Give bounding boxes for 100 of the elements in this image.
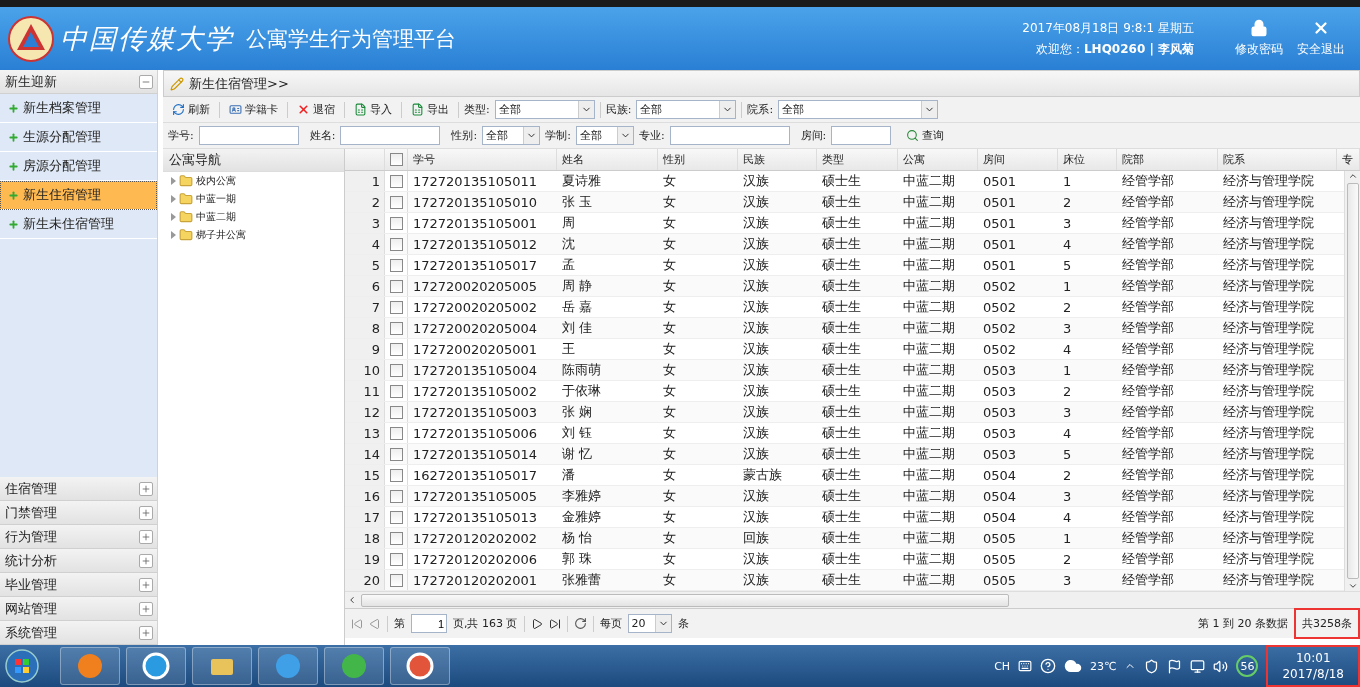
- text-input[interactable]: [669, 126, 790, 145]
- text-input[interactable]: [831, 126, 892, 145]
- checkbox[interactable]: [389, 573, 403, 587]
- checkbox[interactable]: [389, 489, 403, 503]
- column-header[interactable]: 床位: [1058, 149, 1117, 170]
- sidebar-section-header[interactable]: 毕业管理: [0, 573, 157, 597]
- help-icon[interactable]: [1040, 658, 1057, 674]
- toolbar-button[interactable]: 学籍卡: [225, 102, 282, 117]
- filter-select[interactable]: 全部: [494, 100, 595, 119]
- checkbox[interactable]: [389, 321, 403, 335]
- checkbox[interactable]: [389, 363, 403, 377]
- toolbar-button[interactable]: 刷新: [168, 102, 214, 117]
- tree-node[interactable]: 校内公寓: [163, 172, 344, 190]
- checkbox[interactable]: [389, 153, 403, 166]
- column-header[interactable]: 姓名: [557, 149, 658, 170]
- checkbox[interactable]: [389, 426, 403, 440]
- checkbox[interactable]: [389, 468, 403, 482]
- page-input[interactable]: 1: [411, 614, 447, 633]
- checkbox[interactable]: [389, 405, 403, 419]
- clock[interactable]: 10:01 2017/8/18: [1266, 645, 1360, 687]
- shield-icon[interactable]: [1144, 658, 1160, 674]
- sidebar-item[interactable]: 新生住宿管理: [0, 181, 157, 210]
- horizontal-scrollbar[interactable]: [345, 591, 1360, 608]
- scroll-down-icon[interactable]: [1347, 581, 1358, 591]
- checkbox[interactable]: [389, 552, 403, 566]
- checkbox[interactable]: [389, 279, 403, 293]
- tree-node[interactable]: 中蓝一期: [163, 190, 344, 208]
- checkbox[interactable]: [389, 510, 403, 524]
- taskbar-app[interactable]: [390, 647, 450, 685]
- filter-select[interactable]: 全部: [482, 126, 541, 145]
- refresh-icon[interactable]: [573, 617, 587, 630]
- previous-page-icon[interactable]: [369, 617, 381, 630]
- text-input[interactable]: [198, 126, 299, 145]
- next-page-icon[interactable]: [530, 617, 543, 630]
- sidebar-section-header[interactable]: 系统管理: [0, 621, 157, 645]
- sidebar-section-header[interactable]: 新生迎新: [0, 70, 157, 94]
- column-header[interactable]: 院部: [1117, 149, 1218, 170]
- page-size-select[interactable]: 20: [627, 614, 672, 633]
- speaker-icon[interactable]: [1213, 658, 1229, 674]
- column-header[interactable]: 民族: [738, 149, 817, 170]
- checkbox[interactable]: [389, 342, 403, 356]
- scroll-up-icon[interactable]: [1347, 171, 1358, 181]
- search-button[interactable]: 查询: [902, 128, 949, 143]
- filter-select[interactable]: 全部: [636, 100, 737, 119]
- expand-icon[interactable]: [139, 553, 153, 568]
- expand-icon[interactable]: [139, 529, 153, 544]
- flag-icon[interactable]: [1167, 658, 1183, 674]
- sidebar-section-header[interactable]: 行为管理: [0, 525, 157, 549]
- checkbox[interactable]: [389, 174, 403, 188]
- column-header[interactable]: 学号: [408, 149, 557, 170]
- toolbar-button[interactable]: 导出: [407, 102, 453, 117]
- sidebar-section-header[interactable]: 门禁管理: [0, 501, 157, 525]
- taskbar-app[interactable]: [324, 647, 384, 685]
- tray-badge[interactable]: 56: [1236, 655, 1259, 677]
- expand-icon[interactable]: [139, 625, 153, 640]
- scroll-left-icon[interactable]: [347, 595, 357, 605]
- column-header[interactable]: 公寓: [898, 149, 978, 170]
- checkbox[interactable]: [389, 258, 403, 272]
- tree-node[interactable]: 梆子井公寓: [163, 226, 344, 244]
- expand-icon[interactable]: [139, 481, 153, 496]
- checkbox[interactable]: [389, 237, 403, 251]
- checkbox[interactable]: [389, 300, 403, 314]
- taskbar-app[interactable]: [192, 647, 252, 685]
- column-header[interactable]: 类型: [817, 149, 898, 170]
- checkbox[interactable]: [389, 447, 403, 461]
- last-page-icon[interactable]: [548, 617, 561, 630]
- toolbar-button[interactable]: 退宿: [293, 102, 339, 117]
- vertical-scrollbar[interactable]: [1344, 171, 1360, 591]
- expand-icon[interactable]: [139, 601, 153, 616]
- cloud-icon[interactable]: [1064, 657, 1083, 675]
- sidebar-section-header[interactable]: 网站管理: [0, 597, 157, 621]
- language-indicator[interactable]: CH: [994, 659, 1011, 673]
- taskbar-app[interactable]: [258, 647, 318, 685]
- sidebar-item[interactable]: 新生未住宿管理: [0, 210, 157, 239]
- collapse-icon[interactable]: [139, 74, 153, 89]
- sidebar-section-header[interactable]: 住宿管理: [0, 477, 157, 501]
- taskbar-app[interactable]: [60, 647, 120, 685]
- column-header[interactable]: 专: [1337, 149, 1360, 170]
- toolbar-button[interactable]: 导入: [350, 102, 396, 117]
- column-header[interactable]: 房间: [978, 149, 1058, 170]
- checkbox[interactable]: [389, 216, 403, 230]
- checkbox[interactable]: [389, 384, 403, 398]
- expand-icon[interactable]: [139, 505, 153, 520]
- column-header[interactable]: 性别: [658, 149, 738, 170]
- column-header[interactable]: 院系: [1218, 149, 1337, 170]
- checkbox[interactable]: [389, 195, 403, 209]
- sidebar-item[interactable]: 新生档案管理: [0, 94, 157, 123]
- taskbar-app[interactable]: [126, 647, 186, 685]
- filter-select[interactable]: 全部: [778, 100, 939, 119]
- sidebar-item[interactable]: 生源分配管理: [0, 123, 157, 152]
- first-page-icon[interactable]: [351, 617, 363, 630]
- keyboard-icon[interactable]: [1018, 659, 1033, 673]
- start-button[interactable]: [4, 648, 40, 684]
- sidebar-section-header[interactable]: 统计分析: [0, 549, 157, 573]
- header-action-button[interactable]: 修改密码: [1228, 19, 1290, 58]
- tree-node[interactable]: 中蓝二期: [163, 208, 344, 226]
- header-action-button[interactable]: 安全退出: [1290, 19, 1352, 58]
- filter-select[interactable]: 全部: [575, 126, 634, 145]
- checkbox[interactable]: [389, 531, 403, 545]
- expand-icon[interactable]: [139, 577, 153, 592]
